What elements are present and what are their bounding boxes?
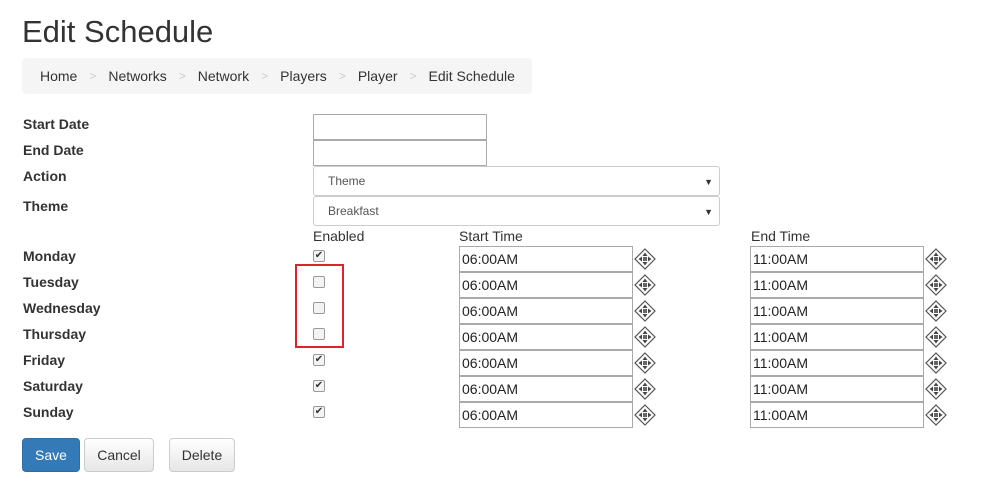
breadcrumb-separator: > xyxy=(409,69,417,83)
theme-select[interactable]: Breakfast ▼ xyxy=(313,196,720,226)
action-select[interactable]: Theme ▼ xyxy=(313,166,720,196)
breadcrumb-network[interactable]: Network xyxy=(198,68,249,84)
time-spinner-icon[interactable] xyxy=(925,352,947,374)
save-button[interactable]: Save xyxy=(22,438,80,472)
start-time-input[interactable]: 06:00AM xyxy=(459,350,633,376)
time-spinner-icon[interactable] xyxy=(925,378,947,400)
time-spinner-icon[interactable] xyxy=(925,326,947,348)
time-spinner-icon[interactable] xyxy=(634,352,656,374)
enabled-column-header: Enabled xyxy=(313,228,365,244)
day-label: Friday xyxy=(23,352,66,368)
time-spinner-icon[interactable] xyxy=(925,404,947,426)
time-spinner-icon[interactable] xyxy=(925,300,947,322)
day-label: Tuesday xyxy=(23,274,79,290)
page-title: Edit Schedule xyxy=(22,14,214,49)
start-time-input[interactable]: 06:00AM xyxy=(459,324,633,350)
theme-label: Theme xyxy=(23,198,69,214)
highlight-annotation xyxy=(295,264,344,348)
breadcrumb-separator: > xyxy=(261,69,269,83)
day-label: Sunday xyxy=(23,404,74,420)
start-time-input[interactable]: 06:00AM xyxy=(459,376,633,402)
breadcrumb: Home > Networks > Network > Players > Pl… xyxy=(22,58,532,94)
breadcrumb-home[interactable]: Home xyxy=(40,68,77,84)
end-date-input[interactable] xyxy=(313,140,487,166)
checkmark-icon: ✔ xyxy=(314,354,324,365)
end-time-input[interactable]: 11:00AM xyxy=(750,298,924,324)
end-time-input[interactable]: 11:00AM xyxy=(750,272,924,298)
end-time-input[interactable]: 11:00AM xyxy=(750,402,924,428)
day-label: Monday xyxy=(23,248,76,264)
day-label: Saturday xyxy=(23,378,83,394)
breadcrumb-player[interactable]: Player xyxy=(358,68,398,84)
day-label: Thursday xyxy=(23,326,87,342)
time-spinner-icon[interactable] xyxy=(925,274,947,296)
time-spinner-icon[interactable] xyxy=(634,248,656,270)
chevron-down-icon: ▼ xyxy=(704,177,713,187)
breadcrumb-separator: > xyxy=(338,69,346,83)
breadcrumb-networks[interactable]: Networks xyxy=(108,68,166,84)
breadcrumb-players[interactable]: Players xyxy=(280,68,327,84)
start-date-input[interactable] xyxy=(313,114,487,140)
checkmark-icon: ✔ xyxy=(314,406,324,417)
start-time-column-header: Start Time xyxy=(459,228,523,244)
start-time-input[interactable]: 06:00AM xyxy=(459,246,633,272)
action-label: Action xyxy=(23,168,67,184)
time-spinner-icon[interactable] xyxy=(634,326,656,348)
time-spinner-icon[interactable] xyxy=(634,300,656,322)
end-time-input[interactable]: 11:00AM xyxy=(750,376,924,402)
cancel-button[interactable]: Cancel xyxy=(84,438,154,472)
theme-select-value: Breakfast xyxy=(328,204,379,218)
breadcrumb-current: Edit Schedule xyxy=(428,68,515,84)
end-time-input[interactable]: 11:00AM xyxy=(750,324,924,350)
end-time-input[interactable]: 11:00AM xyxy=(750,350,924,376)
start-time-input[interactable]: 06:00AM xyxy=(459,298,633,324)
start-time-input[interactable]: 06:00AM xyxy=(459,402,633,428)
enabled-checkbox[interactable]: ✔ xyxy=(313,380,325,392)
time-spinner-icon[interactable] xyxy=(634,378,656,400)
end-date-label: End Date xyxy=(23,142,84,158)
day-label: Wednesday xyxy=(23,300,101,316)
action-select-value: Theme xyxy=(328,174,366,188)
checkmark-icon: ✔ xyxy=(314,380,324,391)
start-date-label: Start Date xyxy=(23,116,90,132)
checkmark-icon: ✔ xyxy=(314,250,324,261)
breadcrumb-separator: > xyxy=(178,69,186,83)
enabled-checkbox[interactable]: ✔ xyxy=(313,250,325,262)
time-spinner-icon[interactable] xyxy=(925,248,947,270)
time-spinner-icon[interactable] xyxy=(634,274,656,296)
end-time-input[interactable]: 11:00AM xyxy=(750,246,924,272)
end-time-column-header: End Time xyxy=(751,228,811,244)
time-spinner-icon[interactable] xyxy=(634,404,656,426)
start-time-input[interactable]: 06:00AM xyxy=(459,272,633,298)
enabled-checkbox[interactable]: ✔ xyxy=(313,406,325,418)
delete-button[interactable]: Delete xyxy=(169,438,235,472)
enabled-checkbox[interactable]: ✔ xyxy=(313,354,325,366)
chevron-down-icon: ▼ xyxy=(704,207,713,217)
breadcrumb-separator: > xyxy=(89,69,97,83)
